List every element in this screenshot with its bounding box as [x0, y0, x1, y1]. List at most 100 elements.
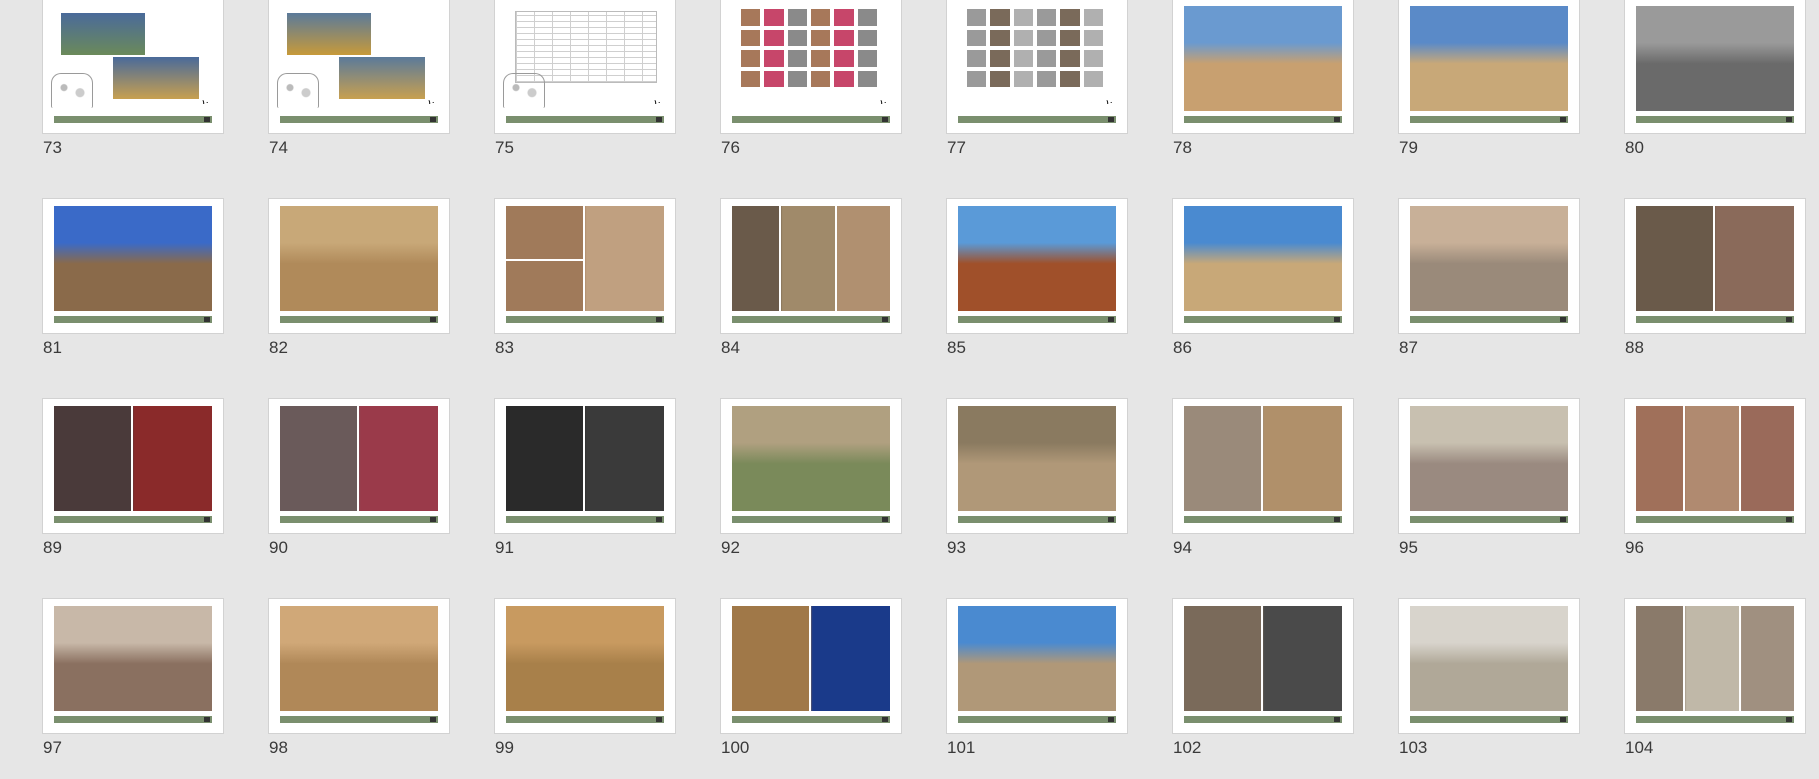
collage-tile [1060, 9, 1080, 26]
slide-thumbnail[interactable] [1624, 598, 1806, 734]
collage-tile [741, 70, 761, 87]
slide-thumbnail[interactable] [1172, 0, 1354, 134]
slide-thumbnail[interactable] [494, 598, 676, 734]
slide-number-label[interactable]: 94 [1173, 538, 1192, 558]
slide-number-label[interactable]: 79 [1399, 138, 1418, 158]
collage-tile [1013, 70, 1033, 87]
slide-thumbnail[interactable] [1398, 598, 1580, 734]
slide-number-label[interactable]: 88 [1625, 338, 1644, 358]
slide-footer-bar [732, 316, 890, 323]
slide-thumbnail[interactable] [42, 598, 224, 734]
collage-tile [857, 70, 877, 87]
slide-thumbnail[interactable] [268, 198, 450, 334]
slide-thumbnail[interactable] [1172, 598, 1354, 734]
slide-thumbnail[interactable] [1398, 398, 1580, 534]
sketch-illustration [503, 73, 545, 108]
photo-divider [506, 258, 584, 261]
slide-photo [61, 13, 145, 55]
object-collage [741, 9, 877, 87]
slide-number-label[interactable]: 101 [947, 738, 975, 758]
slide-thumbnail[interactable] [494, 398, 676, 534]
slide-number-label[interactable]: 104 [1625, 738, 1653, 758]
slide-thumbnail[interactable] [720, 398, 902, 534]
slide-reference-mark: ۱۰ [653, 100, 661, 106]
slide-number-label[interactable]: 82 [269, 338, 288, 358]
slide-number-label[interactable]: 103 [1399, 738, 1427, 758]
slide-number-label[interactable]: 100 [721, 738, 749, 758]
photo-divider [779, 206, 782, 311]
slide-number-label[interactable]: 87 [1399, 338, 1418, 358]
slide-thumbnail[interactable] [1172, 198, 1354, 334]
slide-number-label[interactable]: 91 [495, 538, 514, 558]
collage-tile [741, 9, 761, 26]
slide-thumbnail[interactable] [494, 198, 676, 334]
slide-number-label[interactable]: 81 [43, 338, 62, 358]
slide-number-label[interactable]: 97 [43, 738, 62, 758]
collage-tile [741, 29, 761, 46]
slide-footer-bar [732, 716, 890, 723]
slide-number-label[interactable]: 84 [721, 338, 740, 358]
slide-footer-bar [54, 516, 212, 523]
slide-thumbnail[interactable] [268, 598, 450, 734]
collage-tile [834, 29, 854, 46]
collage-tile [1013, 50, 1033, 67]
slide-photo [1410, 606, 1568, 711]
slide-number-label[interactable]: 86 [1173, 338, 1192, 358]
slide-thumbnail[interactable] [42, 198, 224, 334]
slide-thumbnail[interactable] [42, 398, 224, 534]
slide-photo [54, 406, 212, 511]
slide-thumbnail[interactable]: ۱۰ [946, 0, 1128, 134]
slide-thumbnail[interactable]: ۱۰ [42, 0, 224, 134]
slide-number-label[interactable]: 96 [1625, 538, 1644, 558]
collage-tile [811, 9, 831, 26]
slide-number-label[interactable]: 98 [269, 738, 288, 758]
slide-thumbnail[interactable]: ۱۰ [720, 0, 902, 134]
slide-number-label[interactable]: 80 [1625, 138, 1644, 158]
slide-number-label[interactable]: 83 [495, 338, 514, 358]
slide-number-label[interactable]: 78 [1173, 138, 1192, 158]
slide-photo [280, 406, 438, 511]
collage-tile [834, 70, 854, 87]
slide-thumbnail[interactable]: ۱۰ [494, 0, 676, 134]
slide-thumbnail[interactable] [720, 198, 902, 334]
slide-footer-bar [54, 116, 212, 123]
slide-number-label[interactable]: 74 [269, 138, 288, 158]
collage-tile [1060, 29, 1080, 46]
slide-thumbnail[interactable] [1624, 398, 1806, 534]
slide-number-label[interactable]: 93 [947, 538, 966, 558]
slide-number-label[interactable]: 73 [43, 138, 62, 158]
slide-photo [506, 206, 664, 311]
slide-thumbnail[interactable] [268, 398, 450, 534]
slide-thumbnail[interactable] [1398, 198, 1580, 334]
slide-number-label[interactable]: 95 [1399, 538, 1418, 558]
slide-thumbnail[interactable] [1398, 0, 1580, 134]
slide-photo [287, 13, 371, 55]
slide-thumbnail[interactable] [946, 398, 1128, 534]
slide-thumbnail[interactable]: ۱۰ [268, 0, 450, 134]
photo-divider [834, 206, 837, 311]
slide-footer-bar [1410, 716, 1568, 723]
slide-photo [958, 606, 1116, 711]
collage-tile [834, 9, 854, 26]
sketch-illustration [51, 73, 93, 108]
slide-number-label[interactable]: 89 [43, 538, 62, 558]
photo-divider [809, 606, 812, 711]
slide-number-label[interactable]: 76 [721, 138, 740, 158]
slide-number-label[interactable]: 92 [721, 538, 740, 558]
slide-thumbnail[interactable] [720, 598, 902, 734]
slide-thumbnail[interactable] [946, 198, 1128, 334]
slide-number-label[interactable]: 77 [947, 138, 966, 158]
slide-number-label[interactable]: 85 [947, 338, 966, 358]
slide-thumbnail[interactable] [1624, 0, 1806, 134]
slide-number-label[interactable]: 102 [1173, 738, 1201, 758]
slide-footer-bar [1636, 316, 1794, 323]
slide-thumbnail[interactable] [946, 598, 1128, 734]
slide-footer-bar [1184, 316, 1342, 323]
slide-number-label[interactable]: 90 [269, 538, 288, 558]
collage-tile [764, 9, 784, 26]
slide-thumbnail[interactable] [1624, 198, 1806, 334]
slide-number-label[interactable]: 99 [495, 738, 514, 758]
slide-photo [1184, 606, 1342, 711]
slide-thumbnail[interactable] [1172, 398, 1354, 534]
slide-number-label[interactable]: 75 [495, 138, 514, 158]
